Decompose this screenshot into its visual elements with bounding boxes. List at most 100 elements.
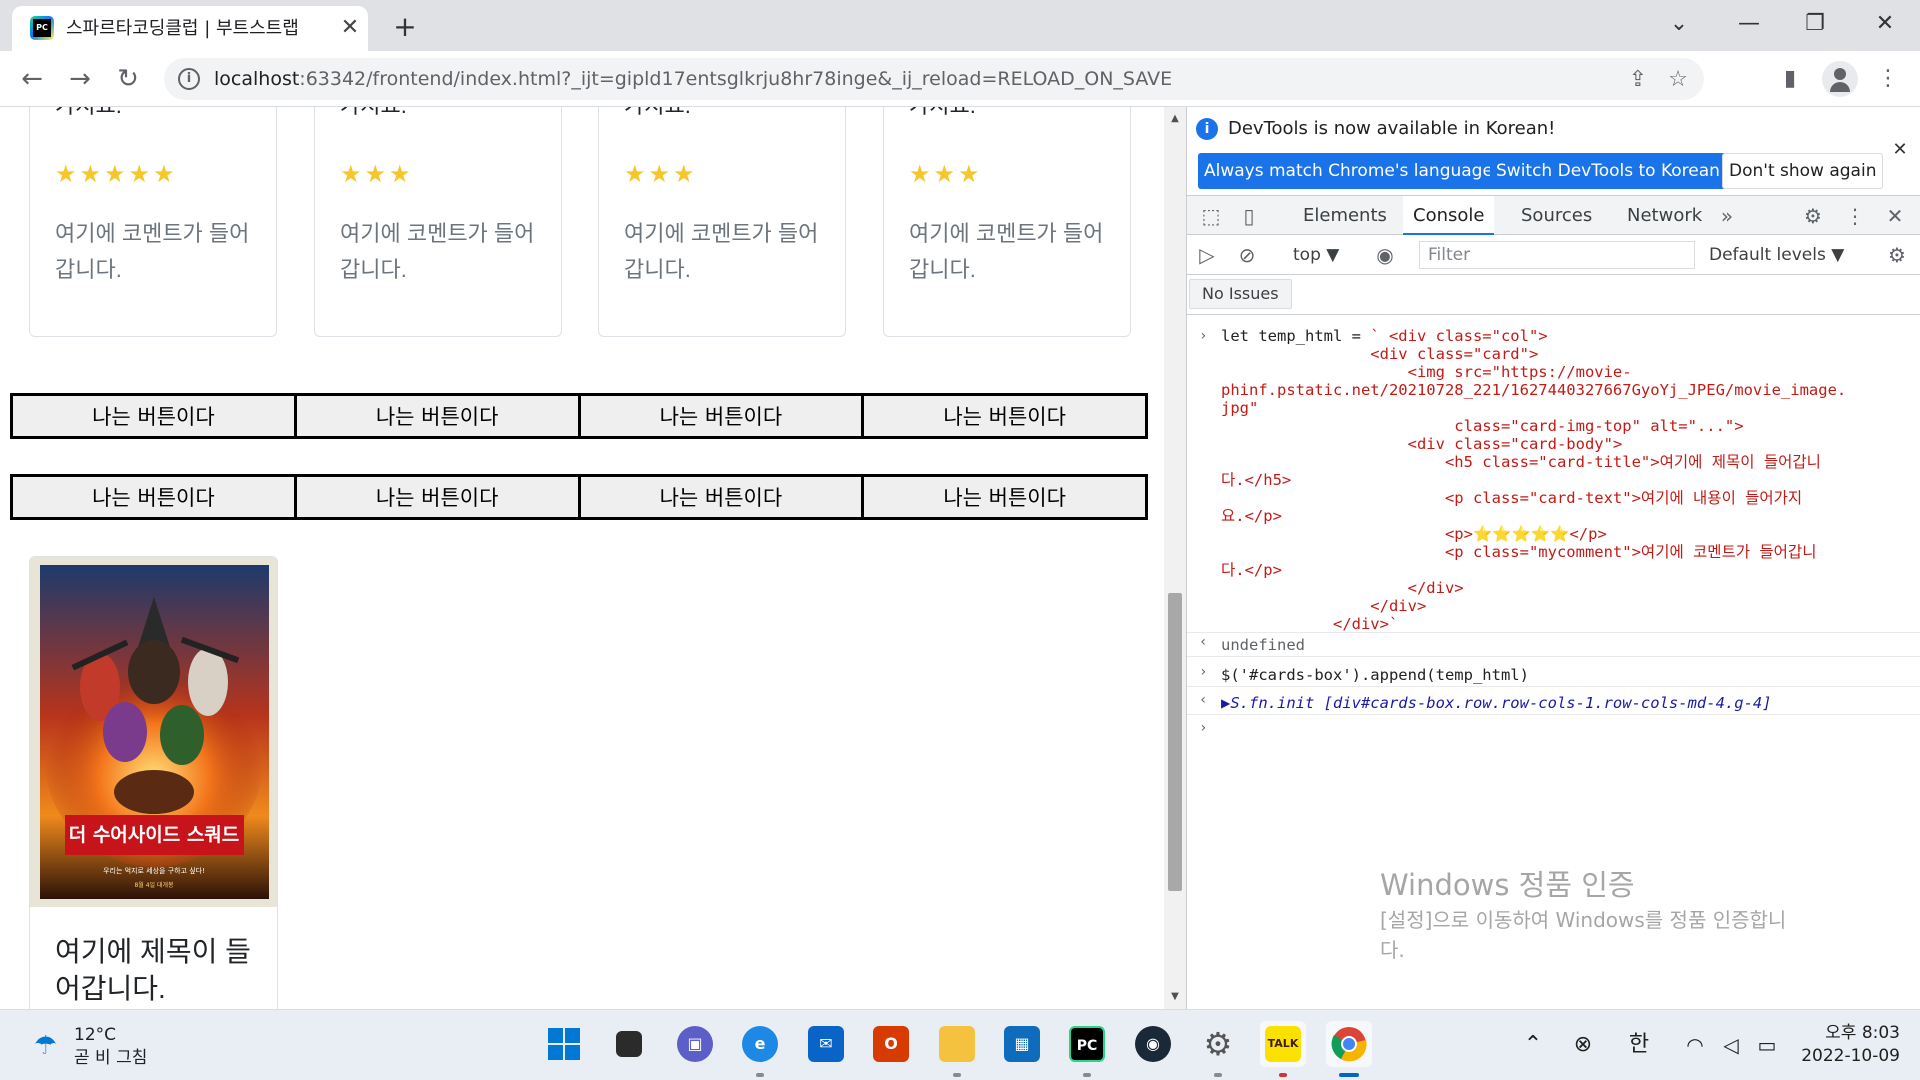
card-text: 가지요. (340, 107, 407, 124)
issues-bar: No Issues (1187, 275, 1920, 315)
code-line: <h5 class="card-title">여기에 제목이 들어갑니 (1221, 453, 1821, 471)
tab-network[interactable]: Network (1617, 196, 1712, 235)
restore-button[interactable]: ❐ (1790, 4, 1840, 44)
back-button[interactable]: ← (12, 59, 52, 99)
movie-card: 가지요. ★★★ 여기에 코멘트가 들어갑니다. (598, 107, 846, 337)
demo-button[interactable]: 나는 버튼이다 (864, 477, 1145, 517)
console-input-entry: › $('#cards-box').append(temp_html) (1187, 663, 1920, 687)
show-hidden-icons-chevron-icon[interactable]: ⌃ (1518, 1028, 1548, 1062)
ime-indicator[interactable]: 한 (1624, 1028, 1654, 1062)
tab-close-icon[interactable]: ✕ (336, 14, 364, 42)
file-explorer-button[interactable] (934, 1021, 980, 1077)
dont-show-again-button[interactable]: Don't show again (1722, 153, 1884, 189)
profile-avatar-icon[interactable] (1822, 61, 1858, 97)
result-object[interactable]: ▶S.fn.init [div#cards-box.row.row-cols-1… (1221, 694, 1772, 712)
new-tab-button[interactable]: + (388, 10, 422, 44)
battery-icon[interactable]: ▭ (1752, 1028, 1782, 1062)
code-line: <img src="https://movie- (1221, 363, 1632, 381)
site-info-icon[interactable]: i (178, 68, 200, 90)
chat-button[interactable]: ▣ (672, 1021, 718, 1067)
window-close-button[interactable]: ✕ (1860, 4, 1910, 44)
kakaotalk-button[interactable]: TALK (1260, 1021, 1306, 1077)
reload-button[interactable]: ↻ (108, 59, 148, 99)
context-selector[interactable]: top ▼ (1293, 242, 1339, 268)
clear-console-icon[interactable]: ⊘ (1233, 241, 1261, 269)
settings-button[interactable]: ⚙ (1195, 1021, 1241, 1077)
running-indicator (953, 1073, 961, 1077)
card-comment: 여기에 코멘트가 들어갑니다. (909, 221, 1104, 282)
tab-console[interactable]: Console (1403, 196, 1495, 235)
console-input-entry: › let temp_html = ` <div class="col"> <d… (1187, 327, 1920, 633)
windows-activation-watermark: Windows 정품 인증 [설정]으로 이동하여 Windows를 정품 인증… (1380, 865, 1880, 965)
rating-stars: ★★★ (909, 160, 983, 188)
clock[interactable]: 오후 8:03 2022-10-09 (1800, 1022, 1900, 1068)
pycharm-button[interactable]: PC (1064, 1021, 1110, 1077)
mail-button[interactable]: ✉ (803, 1021, 849, 1067)
devtools-close-icon[interactable]: ✕ (1881, 202, 1909, 230)
demo-button[interactable]: 나는 버튼이다 (13, 396, 297, 436)
no-issues-badge[interactable]: No Issues (1189, 279, 1292, 309)
bookmark-star-icon[interactable]: ☆ (1664, 66, 1692, 94)
scroll-down-arrow-icon[interactable]: ▼ (1164, 987, 1186, 1007)
match-language-button[interactable]: Always match Chrome's language (1198, 153, 1499, 189)
card-text: 가지요. (909, 107, 976, 124)
console-filter-input[interactable]: Filter (1419, 241, 1695, 269)
edge-button[interactable]: e (737, 1021, 783, 1077)
tab-sources[interactable]: Sources (1511, 196, 1602, 235)
demo-button[interactable]: 나는 버튼이다 (864, 396, 1145, 436)
inspect-element-icon[interactable]: ⬚ (1197, 202, 1225, 230)
rating-stars: ★★★ (340, 160, 414, 188)
devtools-menu-icon[interactable]: ⋮ (1841, 202, 1869, 230)
switch-korean-button[interactable]: Switch DevTools to Korean (1490, 153, 1726, 189)
card-title: 여기에 제목이 들어갑니다. (55, 936, 251, 1004)
forward-button[interactable]: → (60, 59, 100, 99)
demo-button[interactable]: 나는 버튼이다 (580, 396, 865, 436)
log-levels-dropdown[interactable]: Default levels ▼ (1709, 242, 1844, 268)
teams-chat-icon: ▣ (677, 1026, 713, 1062)
demo-button[interactable]: 나는 버튼이다 (580, 477, 865, 517)
start-button[interactable] (541, 1021, 587, 1067)
tray-app-icon[interactable]: ⊗ (1568, 1028, 1598, 1062)
scrollbar-thumb[interactable] (1168, 593, 1182, 891)
demo-button[interactable]: 나는 버튼이다 (13, 477, 297, 517)
card-text: 가지요. (55, 107, 122, 124)
tab-elements[interactable]: Elements (1293, 196, 1397, 235)
banner-close-icon[interactable]: ✕ (1887, 137, 1913, 163)
side-panel-icon[interactable]: ▮ (1770, 59, 1810, 99)
live-expression-eye-icon[interactable]: ◉ (1371, 241, 1399, 269)
browser-tab[interactable]: 스파르타코딩클럽 | 부트스트랩 ✕ (12, 6, 368, 51)
browser-toolbar: ← → ↻ i localhost:63342/frontend/index.h… (0, 51, 1920, 107)
wifi-icon[interactable]: ◠ (1680, 1028, 1710, 1062)
poster-date: 8월 4일 대개봉 (134, 881, 174, 889)
clock-date: 2022-10-09 (1801, 1046, 1900, 1066)
console-settings-icon[interactable]: ⚙ (1883, 241, 1911, 269)
settings-gear-icon[interactable]: ⚙ (1799, 202, 1827, 230)
url-text[interactable]: localhost:63342/frontend/index.html?_ijt… (214, 58, 1172, 100)
card-text: 가지요. (624, 107, 691, 124)
demo-button[interactable]: 나는 버튼이다 (296, 477, 581, 517)
rating-stars: ★★★★★ (55, 160, 178, 188)
steam-button[interactable]: ◉ (1130, 1021, 1176, 1067)
more-tabs-icon[interactable]: » (1713, 202, 1741, 230)
volume-icon[interactable]: ◁ (1716, 1028, 1746, 1062)
chrome-button[interactable] (1326, 1021, 1372, 1077)
demo-button[interactable]: 나는 버튼이다 (296, 396, 581, 436)
code-line: 다.</h5> (1221, 471, 1292, 489)
office-button[interactable]: O (868, 1021, 914, 1067)
task-view-button[interactable] (606, 1021, 652, 1067)
device-toolbar-icon[interactable]: ▯ (1235, 202, 1263, 230)
chrome-icon (1331, 1026, 1367, 1062)
prompt-chevron-icon: › (1199, 720, 1208, 736)
sidebar-toggle-icon[interactable]: ▷ (1193, 241, 1221, 269)
address-bar[interactable]: i localhost:63342/frontend/index.html?_i… (164, 58, 1704, 100)
tab-search-icon[interactable]: ⌄ (1654, 4, 1704, 44)
minimize-button[interactable]: — (1724, 4, 1774, 44)
console-prompt[interactable]: › (1187, 719, 1920, 743)
store-button[interactable]: ▦ (999, 1021, 1045, 1067)
share-icon[interactable]: ⇪ (1624, 66, 1652, 94)
scroll-up-arrow-icon[interactable]: ▲ (1164, 109, 1186, 129)
tab-title: 스파르타코딩클럽 | 부트스트랩 (66, 18, 299, 39)
steam-icon: ◉ (1135, 1026, 1171, 1062)
chrome-menu-icon[interactable]: ⋮ (1868, 59, 1908, 99)
page-scrollbar[interactable]: ▲ ▼ (1164, 107, 1186, 1009)
